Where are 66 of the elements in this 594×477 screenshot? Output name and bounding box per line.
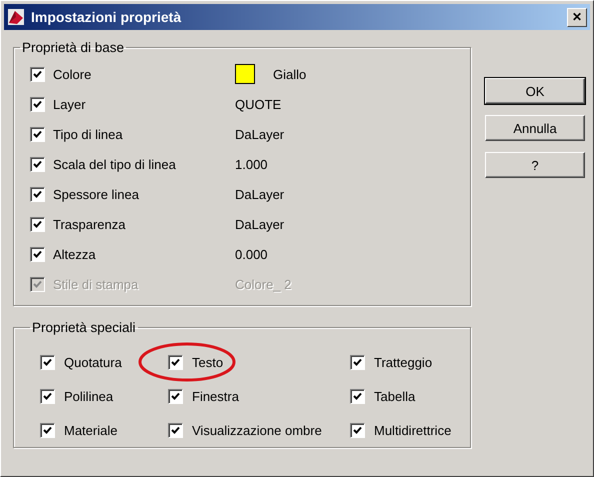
check-icon (33, 160, 42, 168)
check-icon (43, 392, 52, 400)
check-icon (171, 426, 180, 434)
check-icon (353, 426, 362, 434)
check-icon (353, 392, 362, 400)
checkbox[interactable] (30, 186, 45, 202)
checkbox-label: Tratteggio (374, 354, 432, 370)
group-title: Proprietà di base (21, 40, 126, 55)
checkbox-label: Finestra (192, 388, 239, 404)
property-value: 0.000 (235, 246, 268, 262)
checkbox[interactable] (350, 388, 365, 404)
check-icon (33, 130, 42, 138)
check-icon (33, 70, 42, 78)
dialog-button[interactable]: OK (485, 78, 585, 104)
checkbox[interactable] (30, 96, 45, 112)
checkbox[interactable] (168, 422, 183, 438)
checkbox[interactable] (350, 422, 365, 438)
check-icon (33, 100, 42, 108)
check-icon (33, 280, 42, 288)
property-label: Scala del tipo di linea (53, 156, 177, 172)
window-title: Impostazioni proprietà (31, 9, 182, 25)
checkbox[interactable] (40, 422, 55, 438)
check-icon (33, 220, 42, 228)
checkbox-label: Visualizzazione ombre (192, 422, 322, 438)
property-label: Stile di stampa (53, 276, 140, 292)
check-icon (171, 392, 180, 400)
property-value: 1.000 (235, 156, 268, 172)
property-value: DaLayer (235, 126, 284, 142)
property-value: QUOTE (235, 96, 282, 112)
checkbox-label: Polilinea (64, 388, 114, 404)
property-label: Trasparenza (53, 216, 126, 232)
property-label: Tipo di linea (53, 126, 124, 142)
close-button[interactable]: ✕ (567, 8, 587, 26)
group-title: Proprietà speciali (31, 320, 137, 335)
check-icon (43, 358, 52, 366)
property-value: Giallo (273, 66, 306, 82)
property-label: Altezza (53, 246, 97, 262)
check-icon (353, 358, 362, 366)
check-icon (33, 250, 42, 258)
property-label: Colore (53, 66, 92, 82)
checkbox[interactable] (40, 354, 55, 370)
checkbox[interactable] (40, 388, 55, 404)
property-label: Layer (53, 96, 87, 112)
checkbox-label: Materiale (64, 422, 118, 438)
check-icon (43, 426, 52, 434)
checkbox[interactable] (30, 246, 45, 262)
dialog-button[interactable]: Annulla (485, 115, 585, 141)
checkbox[interactable] (30, 66, 45, 82)
dialog-button[interactable]: ? (485, 152, 585, 178)
checkbox[interactable] (350, 354, 365, 370)
checkbox[interactable] (168, 388, 183, 404)
checkbox[interactable] (30, 156, 45, 172)
check-icon (171, 358, 180, 366)
property-value: DaLayer (235, 216, 284, 232)
check-icon (33, 190, 42, 198)
app-icon (7, 8, 25, 26)
property-label: Spessore linea (53, 186, 140, 202)
checkbox-label: Multidirettrice (374, 422, 452, 438)
property-value: Colore_ 2 (235, 276, 292, 292)
checkbox-label: Tabella (374, 388, 416, 404)
checkbox[interactable] (168, 354, 183, 370)
checkbox-label: Testo (192, 354, 224, 370)
checkbox-label: Quotatura (64, 354, 122, 370)
checkbox[interactable] (30, 216, 45, 232)
property-value: DaLayer (235, 186, 284, 202)
checkbox[interactable] (30, 126, 45, 142)
